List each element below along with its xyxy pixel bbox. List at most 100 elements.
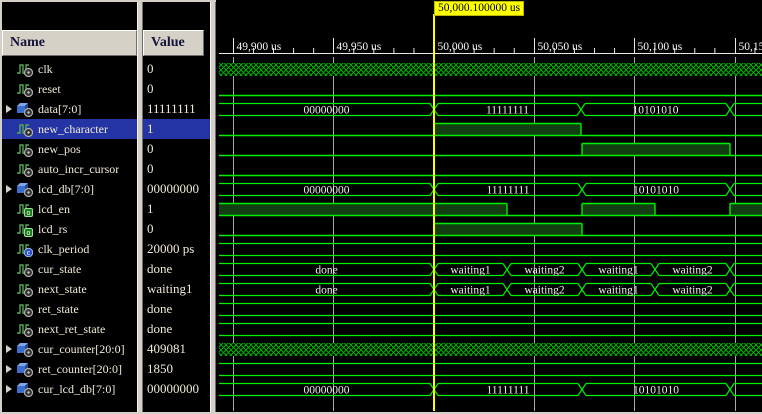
signal-name: reset [38,79,61,99]
bit-internal-icon [16,302,34,316]
signal-name: clk_period [38,239,89,259]
bus-value-label: 11111111 [486,105,529,117]
waveform-row-lcd_rs [219,223,762,236]
signal-name-panel: clkresetdata[7:0]new_characternew_posaut… [2,0,137,414]
bus-value-label: done [315,265,337,277]
waveform-row-cur_state: donewaiting1waiting2waiting1waiting2 [219,264,762,277]
bit-const-icon: c [16,242,34,256]
signal-value: 0 [143,219,154,239]
bit-internal-icon [16,82,34,96]
signal-value-lcd_rs[interactable]: 0 [143,219,210,239]
signal-row-next_ret_state[interactable]: next_ret_state [2,319,137,339]
signal-value-panel: 0011111111100000000001020000 psdonewaiti… [143,0,210,414]
signal-name: clk [38,59,53,79]
bit-internal-icon [16,282,34,296]
signal-value: 409081 [143,339,186,359]
signal-value: 1 [143,199,154,219]
expand-arrow[interactable] [2,345,16,353]
bus-icon [16,102,34,116]
signal-row-new_character[interactable]: new_character [2,119,137,139]
bus-value-label: waiting1 [598,265,638,277]
signal-name: lcd_en [38,199,70,219]
signal-value-auto_incr_cursor[interactable]: 0 [143,159,210,179]
signal-row-data[7:0][interactable]: data[7:0] [2,99,137,119]
expand-arrow[interactable] [2,185,16,193]
signal-name: new_pos [38,139,81,159]
signal-row-auto_incr_cursor[interactable]: auto_incr_cursor [2,159,137,179]
signal-value-new_character[interactable]: 1 [143,119,210,139]
bus-value-label: 10101010 [633,105,679,117]
waveform-row-next_state: donewaiting1waiting2waiting1waiting2 [219,284,762,297]
signal-row-lcd_db[7:0][interactable]: lcd_db[7:0] [2,179,137,199]
signal-value: 20000 ps [143,239,194,259]
signal-value: 1850 [143,359,173,379]
bus-value-label: waiting2 [524,285,564,297]
signal-name: ret_state [38,299,79,319]
signal-value: done [143,259,172,279]
bus-value-label: 11111111 [486,385,529,397]
signal-value-reset[interactable]: 0 [143,79,210,99]
signal-value-next_state[interactable]: waiting1 [143,279,210,299]
bus-value-label: 11111111 [486,185,529,197]
waveform-canvas[interactable]: 000000001111111110101010 0000000011111111… [216,0,762,414]
signal-value-cur_lcd_db[7:0][interactable]: 00000000 [143,379,210,399]
bit-output-icon: o [16,202,34,216]
bus-value-label: done [315,285,337,297]
signal-value-new_pos[interactable]: 0 [143,139,210,159]
signal-value: 0 [143,79,154,99]
signal-name: next_ret_state [38,319,105,339]
waveform-row-cur_counter[20:0] [219,343,762,356]
signal-row-cur_lcd_db[7:0][interactable]: cur_lcd_db[7:0] [2,379,137,399]
value-column-header: Value [143,30,204,56]
waveform-row-new_character [219,123,762,136]
signal-value-ret_state[interactable]: done [143,299,210,319]
axis-tick-label: 49,950 us [337,41,382,53]
panel-splitter[interactable] [137,0,143,414]
signal-row-clk[interactable]: clk [2,59,137,79]
signal-value: waiting1 [143,279,193,299]
signal-name: ret_counter[20:0] [38,359,122,379]
axis-tick-label: 49,900 us [237,41,282,53]
signal-value-clk_period[interactable]: 20000 ps [143,239,210,259]
signal-row-lcd_en[interactable]: o lcd_en [2,199,137,219]
signal-value-data[7:0][interactable]: 11111111 [143,99,210,119]
panel-splitter[interactable] [210,0,216,414]
waveform-row-new_pos [219,143,762,156]
expand-arrow[interactable] [2,385,16,393]
signal-row-cur_counter[20:0][interactable]: cur_counter[20:0] [2,339,137,359]
signal-row-new_pos[interactable]: new_pos [2,139,137,159]
signal-value-next_ret_state[interactable]: done [143,319,210,339]
signal-row-lcd_rs[interactable]: olcd_rs [2,219,137,239]
signal-value-lcd_en[interactable]: 1 [143,199,210,219]
waveform-row-clk [219,63,762,76]
bus-icon [16,182,34,196]
signal-value: done [143,319,172,339]
waveform-row-cur_lcd_db[7:0]: 000000001111111110101010 [219,384,762,397]
name-column-header: Name [2,30,137,56]
signal-row-ret_state[interactable]: ret_state [2,299,137,319]
signal-value: 11111111 [143,99,196,119]
waveform-viewer-window: clkresetdata[7:0]new_characternew_posaut… [0,0,762,414]
bus-value-label: waiting1 [598,285,638,297]
signal-value-cur_state[interactable]: done [143,259,210,279]
signal-row-ret_counter[20:0][interactable]: ret_counter[20:0] [2,359,137,379]
window-border-left [0,0,2,414]
signal-value-cur_counter[20:0][interactable]: 409081 [143,339,210,359]
value-header-label: Value [151,35,185,50]
bit-internal-icon [16,262,34,276]
waveform-row-next_ret_state [219,324,762,336]
waveform-row-lcd_db[7:0]: 000000001111111110101010 [219,184,762,197]
signal-row-clk_period[interactable]: c clk_period [2,239,137,259]
expand-arrow[interactable] [2,105,16,113]
signal-value-clk[interactable]: 0 [143,59,210,79]
signal-row-reset[interactable]: reset [2,79,137,99]
cursor-time-label: 50,000.100000 us [434,1,524,16]
signal-row-next_state[interactable]: next_state [2,279,137,299]
axis-tick-label: 50,150 us [739,41,762,53]
bit-output-icon: o [16,222,34,236]
bus-value-label: waiting1 [450,285,490,297]
signal-row-cur_state[interactable]: cur_state [2,259,137,279]
signal-value-ret_counter[20:0][interactable]: 1850 [143,359,210,379]
signal-value-lcd_db[7:0][interactable]: 00000000 [143,179,210,199]
expand-arrow[interactable] [2,365,16,373]
